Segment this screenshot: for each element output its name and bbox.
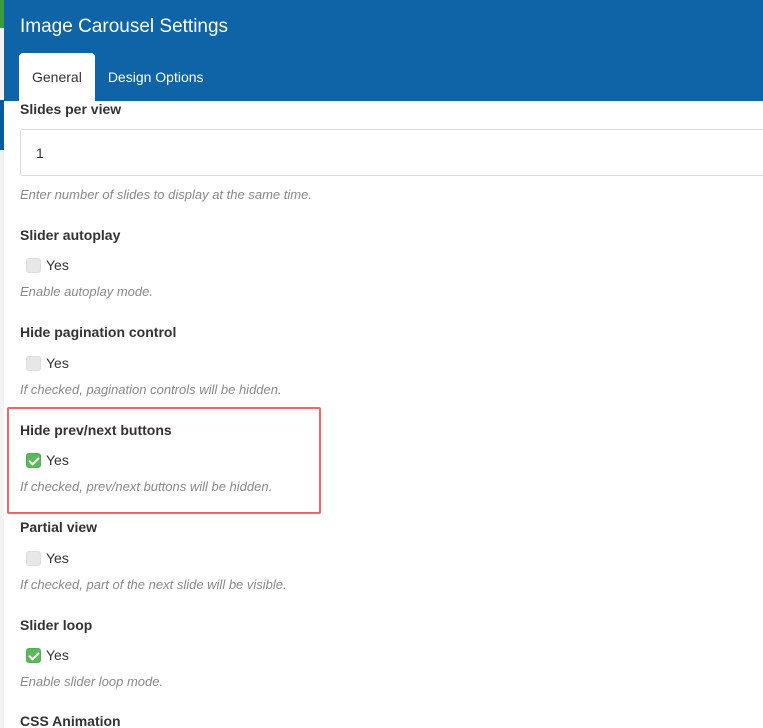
hide-prev-next-help: If checked, prev/next buttons will be hi… [20, 479, 273, 494]
background-edge-blue [0, 100, 4, 150]
hide-pagination-option[interactable]: Yes [20, 354, 69, 372]
hide-prev-next-option-label: Yes [46, 452, 69, 468]
slider-loop-option-label: Yes [46, 647, 69, 663]
hide-prev-next-option[interactable]: Yes [20, 451, 69, 469]
slider-loop-checkbox[interactable] [26, 647, 41, 663]
hide-pagination-option-label: Yes [46, 355, 69, 371]
tab-bar: General Design Options [19, 53, 217, 101]
partial-view-checkbox[interactable] [26, 550, 41, 566]
slides-per-view-label: Slides per view [20, 101, 122, 117]
partial-view-label: Partial view [20, 519, 98, 535]
slider-autoplay-label: Slider autoplay [20, 227, 121, 243]
tab-general[interactable]: General [19, 53, 95, 101]
slider-loop-help: Enable slider loop mode. [20, 674, 164, 689]
panel-title: Image Carousel Settings [20, 16, 229, 37]
hide-pagination-checkbox[interactable] [26, 355, 41, 371]
partial-view-help: If checked, part of the next slide will … [20, 577, 287, 592]
slider-autoplay-help: Enable autoplay mode. [20, 284, 153, 299]
tab-design-options[interactable]: Design Options [95, 53, 217, 101]
partial-view-option-label: Yes [46, 550, 69, 566]
settings-panel: Image Carousel Settings General Design O… [0, 0, 763, 728]
hide-pagination-label: Hide pagination control [20, 324, 177, 340]
slider-loop-option[interactable]: Yes [20, 646, 69, 664]
hide-pagination-help: If checked, pagination controls will be … [20, 382, 282, 397]
panel-header: Image Carousel Settings General Design O… [4, 0, 763, 101]
partial-view-option[interactable]: Yes [20, 549, 69, 567]
slider-loop-label: Slider loop [20, 617, 93, 633]
slider-autoplay-option[interactable]: Yes [20, 256, 69, 274]
css-animation-label: CSS Animation [20, 713, 121, 728]
slides-per-view-help: Enter number of slides to display at the… [20, 187, 312, 202]
slider-autoplay-option-label: Yes [46, 257, 69, 273]
slides-per-view-input[interactable] [20, 129, 763, 176]
slider-autoplay-checkbox[interactable] [26, 257, 41, 273]
hide-prev-next-label: Hide prev/next buttons [20, 422, 172, 438]
hide-prev-next-checkbox[interactable] [26, 452, 41, 468]
